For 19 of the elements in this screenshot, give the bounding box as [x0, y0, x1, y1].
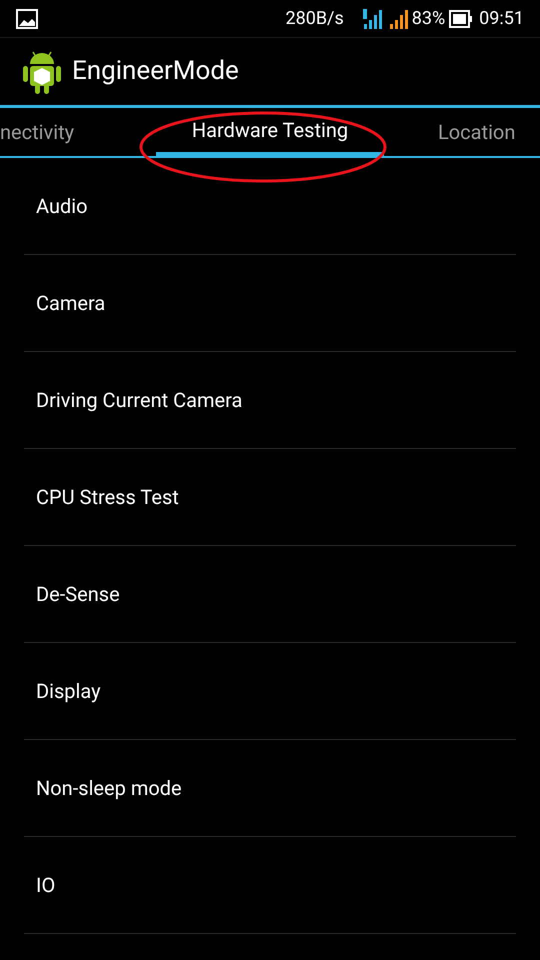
list-item[interactable]: Camera — [24, 255, 516, 352]
app-title: EngineerMode — [72, 55, 239, 88]
tab[interactable]: nectivity — [0, 108, 110, 156]
list-item[interactable]: Non-sleep mode — [24, 740, 516, 837]
list-item[interactable]: Driving Current Camera — [24, 352, 516, 449]
list-item[interactable]: De-Sense — [24, 546, 516, 643]
battery-percent: 83% — [412, 7, 446, 31]
list-item[interactable]: IO — [24, 837, 516, 934]
picture-icon — [16, 8, 38, 28]
tab[interactable]: Hardware Testing — [156, 108, 384, 156]
list-item[interactable]: Audio — [24, 158, 516, 255]
battery-icon — [449, 10, 474, 28]
signal-icon — [362, 8, 382, 30]
tab[interactable]: Location — [430, 108, 540, 156]
clock: 09:51 — [479, 7, 524, 31]
signal-icon — [388, 8, 408, 30]
network-speed: 280B/s — [285, 7, 344, 31]
list-item[interactable]: CPU Stress Test — [24, 449, 516, 546]
list-item[interactable]: Display — [24, 643, 516, 740]
